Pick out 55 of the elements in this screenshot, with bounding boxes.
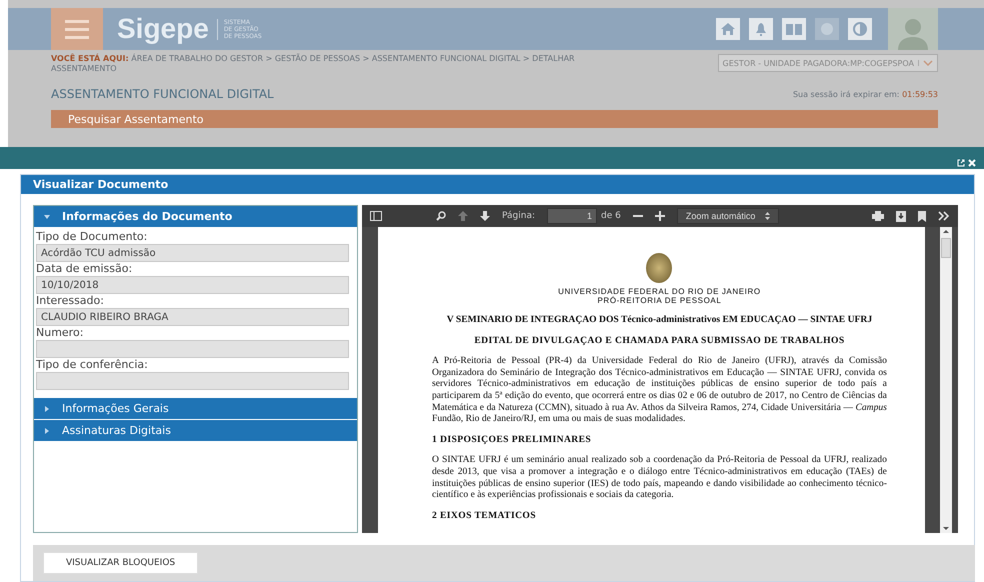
arrow-down-icon[interactable] [480,211,490,221]
page-count: de 6 [601,211,621,221]
section-heading: 2 EIXOS TEMATICOS [432,510,538,522]
caret-icon [44,428,50,434]
zoom-select[interactable]: Zoom automático [676,208,780,224]
search-tab[interactable]: Pesquisar Assentamento [51,110,938,128]
document-header: UNIVERSIDADE FEDERAL DO RIO DE JANEIRO [557,287,762,296]
field-label: Tipo de Documento: [36,230,148,244]
arrow-up-icon[interactable] [458,211,468,221]
updown-icon [765,212,770,220]
document-subtitle: EDITAL DE DIVULGAÇAO E CHAMADA PARA SUBMISSAO DE TRABALHOS [473,334,846,346]
text-field[interactable]: 10/10/2018 [36,276,349,294]
document-title: V SEMINARIO DE INTEGRAÇAO DOS Técnico-administrativos EM EDUCAÇAO — SINTAE UFRJ [446,314,874,326]
field-label: Tipo de conferência: [36,358,149,372]
field-label: Data de emissão: [36,262,134,276]
page-number-field[interactable]: 1 [547,208,598,224]
zoom-in-icon[interactable] [654,211,665,221]
text-field[interactable]: Acórdão TCU admissão [36,244,349,262]
show-blocks-button[interactable]: VISUALIZAR BLOQUEIOS [43,552,198,574]
accordion-header[interactable]: Informações do Documento [34,206,357,228]
breadcrumb: VOCÊ ESTÁ AQUI: ÁREA DE TRABALHO DO GESTOR > GESTÃO DE PESSOAS > ASSENTAMENTO FUNCIONAL DIGITAL > DETALHAR ASSENTAMENTO [51,54,576,75]
double-chevron-icon[interactable] [938,211,950,221]
scroll-thumb[interactable] [941,238,952,258]
university-crest [646,253,672,283]
section-heading: 1 DISPOSIÇOES PRELIMINARES [432,434,592,446]
dialog-title: Visualizar Documento [21,175,974,194]
field-label: Interessado: [36,294,105,308]
accordion-header[interactable]: Assinaturas Digitais [34,420,357,442]
text-field[interactable]: CLAUDIO RIBEIRO BRAGA [36,308,349,326]
text-field[interactable] [36,340,349,358]
external-link-icon[interactable] [957,159,965,167]
bookmark-icon[interactable] [918,210,926,222]
paragraph: A Pró-Reitoria de Pessoal (PR-4) da Universidade Federal do Rio de Janeiro (UFRJ), através da Comissão Organizadora do Seminário de Integração dos Técnico-administrativos em Educação — SINTAE UFRJ, convida os servidores Técnico-administrativos em educação de instituições públicas de ensino superior de todo país a participarem da 5ª edição do evento, que ocorrerá entre os dias 02 e 06 de outubro de 2017, no Centro de Ciências da Matemática e da Natureza (CCMN), situado à rua Av. Athos da Silveira Ramos, 274, Cidade Universitária — Campus Fundão, Rio de Janeiro/RJ, em uma ou mais de suas modalidades. [432,355,887,425]
scrollbar[interactable] [940,227,952,533]
book-icon [786,24,802,34]
scroll-up-icon[interactable] [942,227,950,235]
page-label: Página: [502,211,536,221]
download-icon[interactable] [896,210,906,222]
app-logo: Sigepe [117,13,209,45]
paragraph: O SINTAE UFRJ é um seminário anual realizado sob a coordenação da Pró-Reitoria de Pessoal da UFRJ, realizado desde 2013, que visa a promover a integração e o diálogo entre Técnico-administrativos em educação (TAEs) de instituições públicas de ensino superior (IES) de todo país, mapeando e dando visibilidade ao conhecimento técnico-científico e às experiências profissionais e sociais da categoria. [432,454,887,501]
accordion-header[interactable]: Informações Gerais [34,398,357,420]
close-icon[interactable] [968,159,976,167]
session-timer: Sua sessão irá expirar em: 01:59:53 [792,90,938,98]
chevron-down-icon [923,60,933,66]
search-icon[interactable] [436,211,446,221]
text-field[interactable] [36,372,349,390]
caret-icon [44,406,50,412]
caret-icon [44,214,50,220]
bell-icon [755,22,767,36]
sidebar-toggle-icon[interactable] [370,211,382,221]
field-label: Numero: [36,326,84,340]
document-header: PRÓ-REITORIA DE PESSOAL [596,296,722,305]
page-title: ASSENTAMENTO FUNCIONAL DIGITAL [51,87,274,101]
home-icon [721,23,735,35]
scroll-down-icon[interactable] [942,525,950,533]
